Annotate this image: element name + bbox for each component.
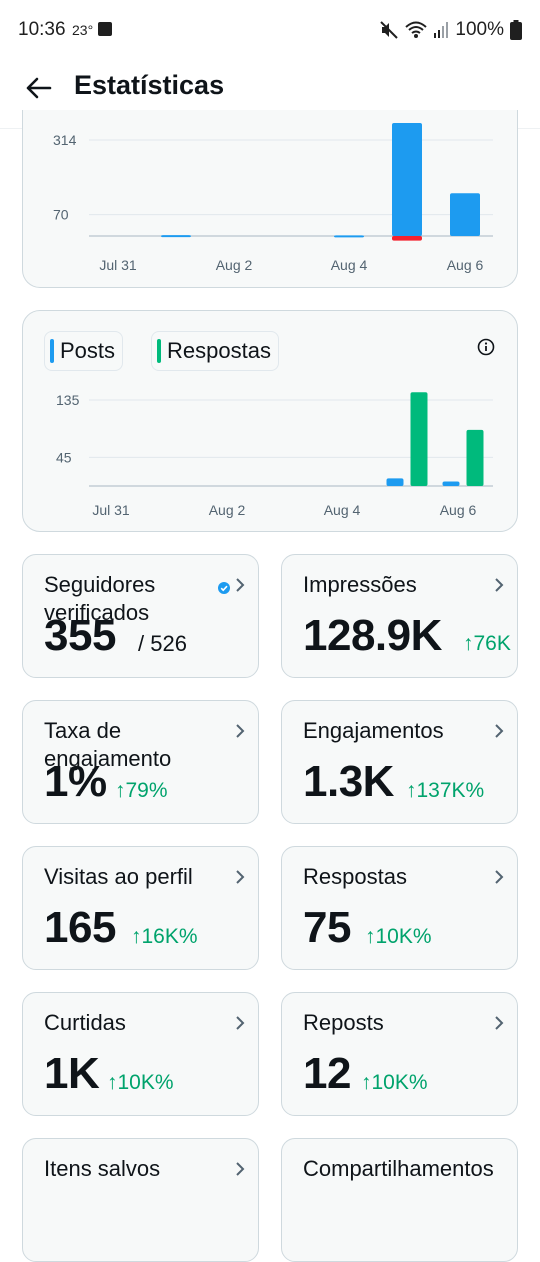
x-tick-label: Aug 4 <box>324 502 361 518</box>
status-icons: 100% <box>379 18 522 42</box>
metric-card-engagements[interactable]: Engajamentos 1.3K ↑137K% <box>281 700 518 824</box>
x-tick-label: Jul 31 <box>99 257 137 273</box>
metric-card-replies[interactable]: Respostas 75 ↑10K% <box>281 846 518 970</box>
x-tick-label: Aug 6 <box>447 257 484 273</box>
metric-card-reposts[interactable]: Reposts 12 ↑10K% <box>281 992 518 1116</box>
metric-value: 128.9K <box>303 611 442 660</box>
status-time: 10:36 <box>18 19 66 40</box>
metric-value: 1% <box>44 757 107 806</box>
metric-delta: ↑10K% <box>107 1071 174 1094</box>
chart-bar <box>392 122 422 236</box>
metric-card-profile-visits[interactable]: Visitas ao perfil 165 ↑16K% <box>22 846 259 970</box>
metric-label: Compartilhamentos <box>303 1156 494 1181</box>
metric-value: 12 <box>303 1049 351 1098</box>
chevron-right-icon <box>236 1162 245 1176</box>
metric-value: 355 <box>44 611 116 660</box>
y-tick-label: 135 <box>56 392 80 408</box>
chart-bar <box>392 236 422 241</box>
wifi-icon <box>405 21 428 38</box>
chevron-right-icon <box>495 1016 504 1030</box>
back-button[interactable] <box>22 72 54 104</box>
chevron-right-icon <box>495 578 504 592</box>
metric-delta: ↑76K <box>463 632 511 655</box>
battery-icon <box>510 20 522 40</box>
verified-badge-icon <box>218 582 230 594</box>
metric-card-impressions[interactable]: Impressões 128.9K ↑76K <box>281 554 518 678</box>
metric-label: Impressões <box>303 572 417 597</box>
metric-card-saved-items[interactable]: Itens salvos <box>22 1138 259 1262</box>
x-tick-label: Jul 31 <box>92 502 130 518</box>
metric-delta: ↑10K% <box>361 1071 428 1094</box>
metric-value: 1.3K <box>303 757 394 806</box>
chevron-right-icon <box>236 870 245 884</box>
chart-bar <box>410 392 428 486</box>
metric-label: Reposts <box>303 1010 384 1035</box>
x-tick-label: Aug 6 <box>440 502 477 518</box>
arrow-left-icon <box>26 77 52 99</box>
chart-bar <box>386 478 404 486</box>
chevron-right-icon <box>236 1016 245 1030</box>
metric-label: Itens salvos <box>44 1156 161 1181</box>
metric-value: 1K <box>44 1049 100 1098</box>
x-tick-label: Aug 4 <box>331 257 368 273</box>
metric-total: / 526 <box>138 631 187 656</box>
metric-card-likes[interactable]: Curtidas 1K ↑10K% <box>22 992 259 1116</box>
metric-value: 75 <box>303 903 351 952</box>
metric-card-engagement-rate[interactable]: Taxa de engajamento 1% ↑79% <box>22 700 259 824</box>
chart-bar <box>450 193 480 236</box>
page-title: Estatísticas <box>74 70 225 100</box>
chevron-right-icon <box>495 724 504 738</box>
metric-card-verified-followers[interactable]: Seguidores verificados 355 / 526 <box>22 554 259 678</box>
metric-label: Respostas <box>303 864 407 889</box>
metric-label: Visitas ao perfil <box>44 864 193 889</box>
chart-bar <box>466 429 484 486</box>
metric-delta: ↑16K% <box>131 925 198 948</box>
impressions-chart: 314 70 Jul 31 Aug 2 Aug 4 Aug 6 <box>53 122 493 273</box>
metric-delta: ↑10K% <box>365 925 432 948</box>
chevron-right-icon <box>495 870 504 884</box>
chevron-right-icon <box>236 578 245 592</box>
image-icon <box>98 22 112 36</box>
metric-card-shares[interactable]: Compartilhamentos <box>281 1138 518 1262</box>
metric-label: Curtidas <box>44 1010 126 1035</box>
battery-level: 100% <box>455 19 504 40</box>
y-tick-label: 70 <box>53 207 69 223</box>
chart-bar <box>442 481 460 486</box>
posts-replies-chart-card: Posts Respostas 135 45 Jul 31 Aug 2 Aug 4 Aug… <box>22 310 518 532</box>
status-temperature: 23° <box>72 22 94 38</box>
y-tick-label: 45 <box>56 449 72 465</box>
chevron-right-icon <box>236 724 245 738</box>
chart-bar <box>334 235 364 238</box>
posts-replies-chart: 135 45 Jul 31 Aug 2 Aug 4 Aug 6 <box>56 392 493 518</box>
x-tick-label: Aug 2 <box>209 502 246 518</box>
impressions-chart-card: 314 70 Jul 31 Aug 2 Aug 4 Aug 6 <box>22 110 518 288</box>
y-tick-label: 314 <box>53 132 77 148</box>
signal-icon <box>434 22 449 38</box>
metric-delta: ↑79% <box>115 779 168 802</box>
chart-bar <box>161 235 191 238</box>
metric-label: Engajamentos <box>303 718 444 743</box>
status-bar: 10:36 23° 100% <box>0 0 540 62</box>
mute-icon <box>380 21 399 39</box>
metric-delta: ↑137K% <box>406 779 485 802</box>
metric-value: 165 <box>44 903 116 952</box>
x-tick-label: Aug 2 <box>216 257 253 273</box>
